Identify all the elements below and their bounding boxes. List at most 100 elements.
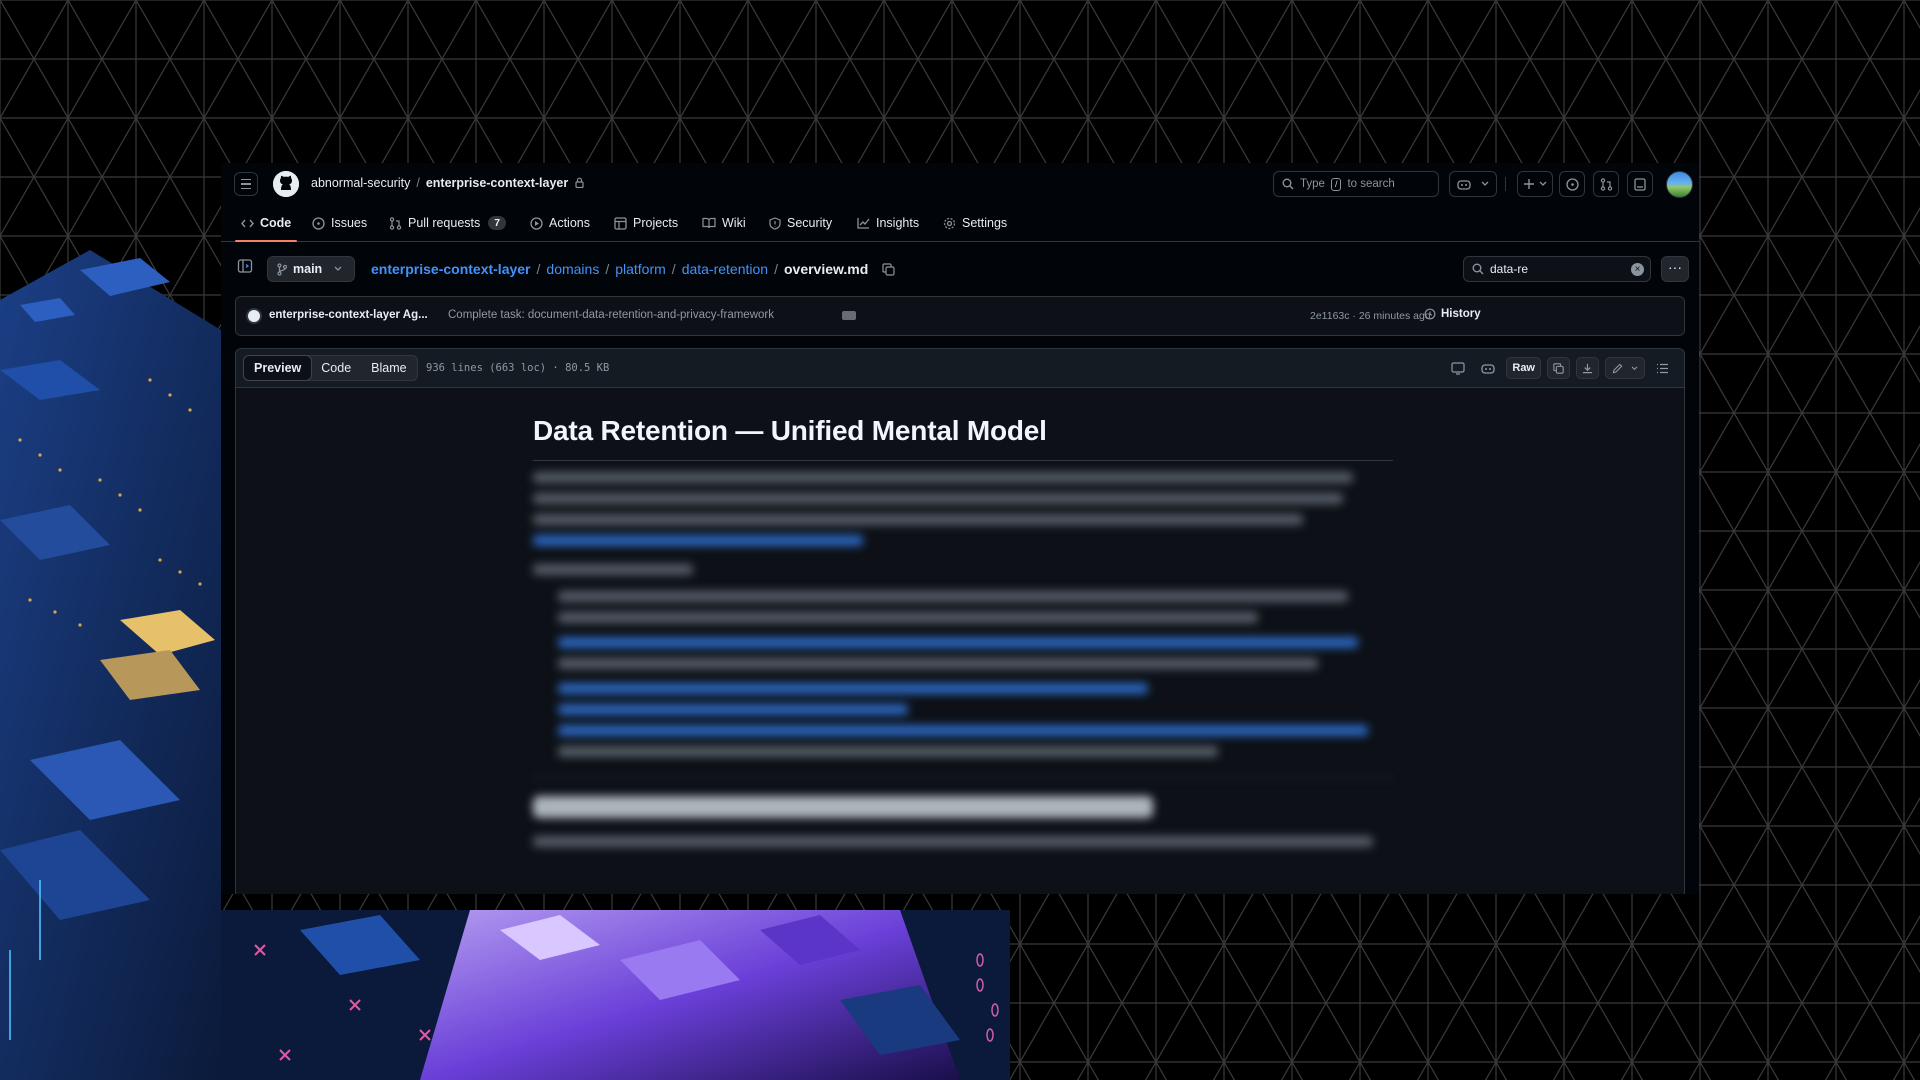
owner-link[interactable]: abnormal-security <box>311 176 410 190</box>
git-branch-icon <box>277 262 287 276</box>
clear-search-icon[interactable]: × <box>1631 263 1644 276</box>
file-header: Preview Code Blame 936 lines (663 loc) ·… <box>236 349 1684 388</box>
tab-label: Wiki <box>722 216 746 230</box>
tab-label: Settings <box>962 216 1008 230</box>
search-icon <box>1472 263 1484 275</box>
lock-icon <box>575 177 584 188</box>
current-file-name: overview.md <box>783 261 869 277</box>
tab-insights[interactable]: Insights <box>857 205 919 241</box>
github-logo-icon[interactable] <box>273 171 299 197</box>
global-search-input[interactable]: Type / to search <box>1273 171 1439 197</box>
chevron-down-icon <box>1481 181 1489 186</box>
tab-label: Issues <box>331 216 368 230</box>
tab-label: Projects <box>633 216 679 230</box>
outline-icon[interactable] <box>1651 357 1674 379</box>
file-viewer: Preview Code Blame 936 lines (663 loc) ·… <box>235 348 1685 894</box>
inbox-button[interactable] <box>1627 171 1653 197</box>
more-options-button[interactable]: ··· <box>1661 256 1689 282</box>
copilot-button[interactable] <box>1449 171 1497 197</box>
commit-author-avatar[interactable] <box>246 308 262 324</box>
play-icon <box>530 216 543 230</box>
tab-security[interactable]: Security <box>769 205 832 241</box>
git-pull-request-icon <box>389 216 402 230</box>
history-button[interactable]: History <box>1424 308 1481 320</box>
tab-label: Pull requests <box>408 216 481 230</box>
issue-opened-icon <box>1565 177 1579 191</box>
pull-requests-button[interactable] <box>1593 171 1619 197</box>
repo-navigation: Code Issues Pull requests 7 Actions Proj… <box>221 205 1699 242</box>
tab-wiki[interactable]: Wiki <box>702 205 746 241</box>
path-segment-data-retention[interactable]: data-retention <box>682 261 768 277</box>
edit-file-button[interactable] <box>1605 357 1645 379</box>
file-actions: Raw <box>1446 357 1674 379</box>
file-breadcrumb: enterprise-context-layer / domains / platfor… <box>371 261 895 277</box>
git-pull-request-icon <box>1600 177 1612 191</box>
tab-label: Insights <box>876 216 920 230</box>
file-stats: 936 lines (663 loc) · 80.5 KB <box>426 362 610 374</box>
tab-projects[interactable]: Projects <box>614 205 678 241</box>
path-separator: / <box>536 261 541 277</box>
commit-author[interactable]: enterprise-context-layer Ag... <box>269 309 428 321</box>
sidebar-expand-icon[interactable] <box>237 258 257 278</box>
code-tab[interactable]: Code <box>311 356 361 380</box>
markdown-body: Data Retention — Unified Mental Model <box>236 388 1684 894</box>
path-segment-repo[interactable]: enterprise-context-layer <box>371 261 531 277</box>
gear-icon <box>943 217 956 229</box>
tab-actions[interactable]: Actions <box>530 205 590 241</box>
search-shortcut-key: / <box>1330 177 1342 191</box>
menu-icon[interactable] <box>234 172 258 196</box>
copy-path-icon[interactable] <box>882 263 895 276</box>
bottom-cube-city <box>221 910 1010 1080</box>
create-new-button[interactable] <box>1517 171 1553 197</box>
download-icon[interactable] <box>1576 357 1599 379</box>
file-search-value: data-re <box>1490 262 1529 276</box>
tab-label: Actions <box>549 216 590 230</box>
user-avatar[interactable] <box>1666 171 1693 198</box>
tab-issues[interactable]: Issues <box>312 205 367 241</box>
issue-opened-icon <box>312 216 325 230</box>
history-label: History <box>1441 308 1481 320</box>
tab-code[interactable]: Code <box>234 205 298 242</box>
latest-commit-bar: enterprise-context-layer Ag... Complete … <box>235 296 1685 336</box>
table-icon <box>614 216 627 230</box>
pull-requests-count-badge: 7 <box>488 216 507 230</box>
chevron-down-icon <box>1539 181 1546 186</box>
header-divider <box>1505 177 1506 191</box>
branch-selector[interactable]: main <box>267 256 355 282</box>
book-icon <box>702 217 716 229</box>
repo-link[interactable]: enterprise-context-layer <box>426 176 568 190</box>
preview-tab[interactable]: Preview <box>243 355 313 381</box>
search-placeholder-suffix: to search <box>1347 178 1395 190</box>
open-in-desktop-icon[interactable] <box>1446 357 1470 379</box>
commit-hash-and-time[interactable]: 2e1163c · 26 minutes ago <box>1310 310 1431 322</box>
path-separator: / <box>605 261 610 277</box>
tab-label: Code <box>260 216 292 230</box>
search-placeholder-prefix: Type <box>1300 178 1325 190</box>
github-window: abnormal-security / enterprise-context-lay… <box>221 163 1699 894</box>
chevron-down-icon <box>334 266 342 271</box>
repo-breadcrumb: abnormal-security / enterprise-context-lay… <box>311 176 584 190</box>
raw-button[interactable]: Raw <box>1506 357 1541 379</box>
path-segment-domains[interactable]: domains <box>546 261 599 277</box>
path-segment-platform[interactable]: platform <box>615 261 666 277</box>
tab-pull-requests[interactable]: Pull requests 7 <box>389 205 507 241</box>
tab-label: Security <box>787 216 833 230</box>
left-cube-city <box>0 250 221 1080</box>
chevron-down-icon <box>1631 365 1638 370</box>
global-header: abnormal-security / enterprise-context-lay… <box>221 163 1699 242</box>
commit-message[interactable]: Complete task: document-data-retention-a… <box>448 309 774 321</box>
tab-settings[interactable]: Settings <box>943 205 1007 241</box>
blame-tab[interactable]: Blame <box>361 356 416 380</box>
copilot-icon <box>1457 180 1471 190</box>
shield-icon <box>769 216 781 230</box>
history-icon <box>1424 308 1436 320</box>
issues-button[interactable] <box>1559 171 1585 197</box>
search-icon <box>1282 178 1294 190</box>
expand-commit-message-icon[interactable] <box>842 311 856 320</box>
copy-raw-icon[interactable] <box>1547 357 1570 379</box>
document-title: Data Retention — Unified Mental Model <box>533 415 1047 446</box>
copilot-icon[interactable] <box>1476 357 1500 379</box>
blurred-document-content <box>533 472 1403 857</box>
path-separator: / <box>774 261 778 277</box>
go-to-file-input[interactable]: data-re × <box>1463 256 1651 282</box>
